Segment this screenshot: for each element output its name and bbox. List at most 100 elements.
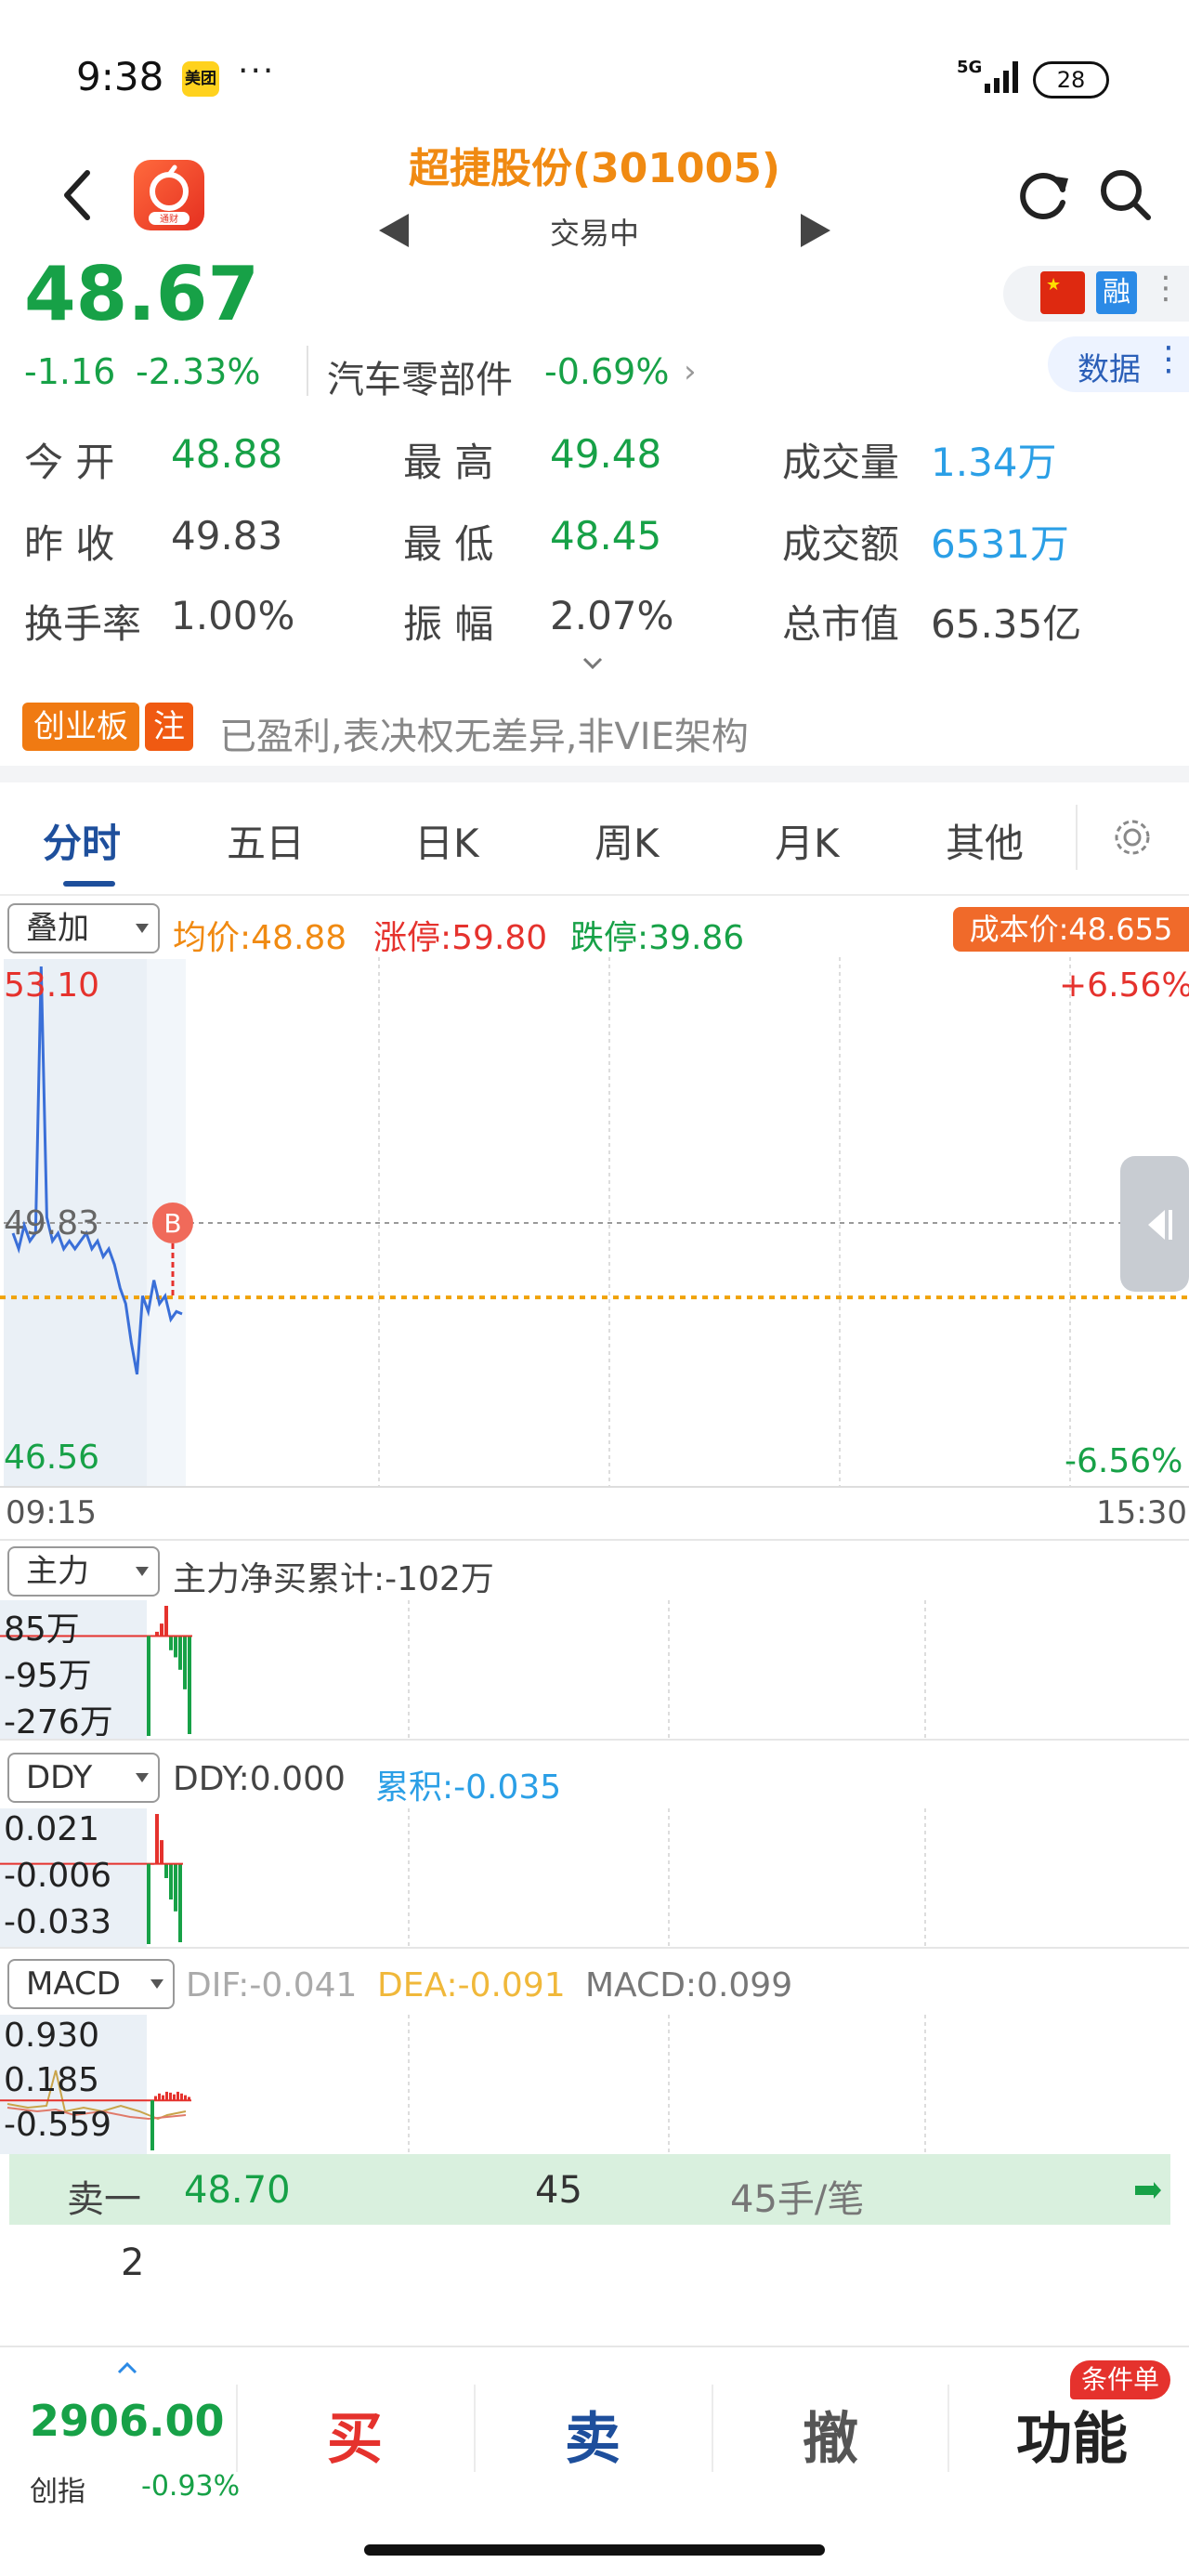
margin-badge: 融 [1096, 271, 1137, 314]
volume-value: 1.34万 [931, 440, 1057, 485]
section-gap [0, 766, 1189, 782]
macd-select-label: MACD [26, 1965, 121, 2003]
index-value[interactable]: 2906.00 [30, 2396, 225, 2446]
mktcap-value: 65.35亿 [931, 601, 1082, 647]
intraday-chart[interactable]: B [0, 957, 1189, 1552]
tab-other[interactable]: 其他 [946, 812, 1024, 869]
ask1-price: 48.70 [184, 2169, 291, 2212]
function-button[interactable]: 功能 [1016, 2394, 1128, 2475]
divider [307, 346, 308, 396]
zl-bar [169, 1636, 173, 1650]
refresh-icon[interactable] [1014, 165, 1074, 225]
tab-intraday[interactable]: 分时 [43, 812, 121, 869]
trade-status: 交易中 [549, 216, 639, 251]
macd-chart[interactable] [0, 2015, 1189, 2154]
open-value: 48.88 [171, 431, 283, 477]
divider [947, 2385, 949, 2472]
sector-name[interactable]: 汽车零部件 [327, 349, 513, 403]
meituan-badge: 美团 [182, 61, 219, 97]
index-name: 创指 [30, 2476, 85, 2508]
more-vert-icon[interactable]: ⋮ [1150, 269, 1182, 307]
divider [712, 2385, 713, 2472]
pct-max-label: +6.56% [1059, 966, 1189, 1005]
amplitude-value: 2.07% [550, 593, 674, 638]
svg-text:5G: 5G [957, 58, 982, 77]
open-label: 今 开 [24, 440, 115, 485]
board-badge: 创业板 [22, 703, 139, 751]
zl-bar [183, 1636, 187, 1689]
ask1-per-trade: 45手/笔 [730, 2178, 865, 2221]
amount-label: 成交额 [782, 521, 900, 567]
tab-weekly-k[interactable]: 周K [594, 812, 660, 869]
sell-button[interactable]: 卖 [565, 2394, 621, 2475]
sector-pct[interactable]: -0.69% [544, 351, 669, 392]
chevron-right-icon[interactable]: › [684, 353, 697, 390]
ddy-y2: -0.006 [4, 1857, 112, 1895]
search-icon[interactable] [1096, 165, 1154, 225]
caret-down-icon [136, 924, 149, 933]
divider [0, 894, 1189, 896]
amplitude-label: 振 幅 [403, 601, 494, 647]
main-force-cum-label: 主力净买累计:-102万 [173, 1560, 494, 1598]
turnover-label: 换手率 [24, 601, 142, 647]
macd-select[interactable]: MACD [7, 1959, 175, 2009]
ddy-bar [169, 1863, 173, 1899]
low-value: 48.45 [550, 513, 662, 559]
tab-monthly-k[interactable]: 月K [775, 812, 840, 869]
china-flag-icon: ★ [1040, 271, 1085, 314]
main-force-select[interactable]: 主力 [7, 1546, 160, 1597]
volume-label: 成交量 [782, 440, 900, 485]
conditional-order-badge[interactable]: 条件单 [1070, 2360, 1170, 2399]
ddy-bar [174, 1863, 177, 1912]
zl-bar [178, 1636, 182, 1670]
gear-icon[interactable] [1109, 814, 1156, 861]
stock-title: 超捷股份(301005) [409, 145, 780, 192]
time-end-label: 15:30 [1096, 1494, 1187, 1531]
macd-bar [176, 2091, 179, 2101]
mktcap-label: 总市值 [782, 601, 900, 647]
main-force-y1: 85万 [4, 1610, 80, 1649]
ddy-chart[interactable] [0, 1808, 1189, 1950]
tab-active-indicator [63, 881, 115, 887]
limit-down-label: 跌停:39.86 [570, 919, 745, 957]
zl-bar [160, 1623, 163, 1636]
zl-bar [188, 1636, 191, 1734]
prev-stock-arrow-icon[interactable] [377, 212, 411, 249]
tab-five-day[interactable]: 五日 [227, 812, 305, 869]
ddy-select[interactable]: DDY [7, 1753, 160, 1803]
high-label: 最 高 [403, 440, 494, 485]
amount-value: 6531万 [931, 521, 1069, 567]
expand-arrow-icon[interactable] [1135, 2182, 1161, 2199]
ddy-bar [164, 1863, 168, 1878]
tab-daily-k[interactable]: 日K [414, 812, 479, 869]
ask1-count: 2 [121, 2241, 145, 2284]
main-force-chart[interactable] [0, 1600, 1189, 1741]
main-force-select-label: 主力 [26, 1553, 89, 1590]
main-force-y2: -95万 [4, 1657, 92, 1695]
divider [1076, 805, 1078, 870]
status-time: 9:38 [76, 54, 164, 99]
chevron-up-icon[interactable] [117, 2360, 137, 2374]
more-dots-icon: ··· [238, 52, 276, 90]
signal-icon: 5G [957, 56, 1024, 97]
cost-price-badge[interactable]: 成本价:48.655 [953, 907, 1189, 952]
caret-down-icon [136, 1773, 149, 1782]
ddy-bar [160, 1840, 163, 1864]
time-start-label: 09:15 [6, 1494, 97, 1531]
next-stock-arrow-icon[interactable] [799, 212, 832, 249]
zl-bar [174, 1636, 177, 1658]
cancel-button[interactable]: 撤 [803, 2394, 858, 2475]
data-label[interactable]: 数据 [1078, 344, 1141, 389]
divider [236, 2385, 238, 2472]
ddy-y3: -0.033 [4, 1903, 112, 1941]
expand-chevron-icon[interactable] [581, 656, 604, 671]
overlay-select[interactable]: 叠加 [7, 903, 160, 953]
buy-button[interactable]: 买 [327, 2394, 383, 2475]
divider [0, 2346, 1189, 2347]
battery-icon: 28 [1033, 61, 1109, 99]
more-vert-icon[interactable]: ⋮ [1152, 340, 1185, 378]
note-badge[interactable]: 注 [145, 703, 193, 751]
macd-value: MACD:0.099 [585, 1966, 793, 2004]
ddy-select-label: DDY [26, 1759, 93, 1796]
prev-close-value: 49.83 [171, 513, 283, 559]
